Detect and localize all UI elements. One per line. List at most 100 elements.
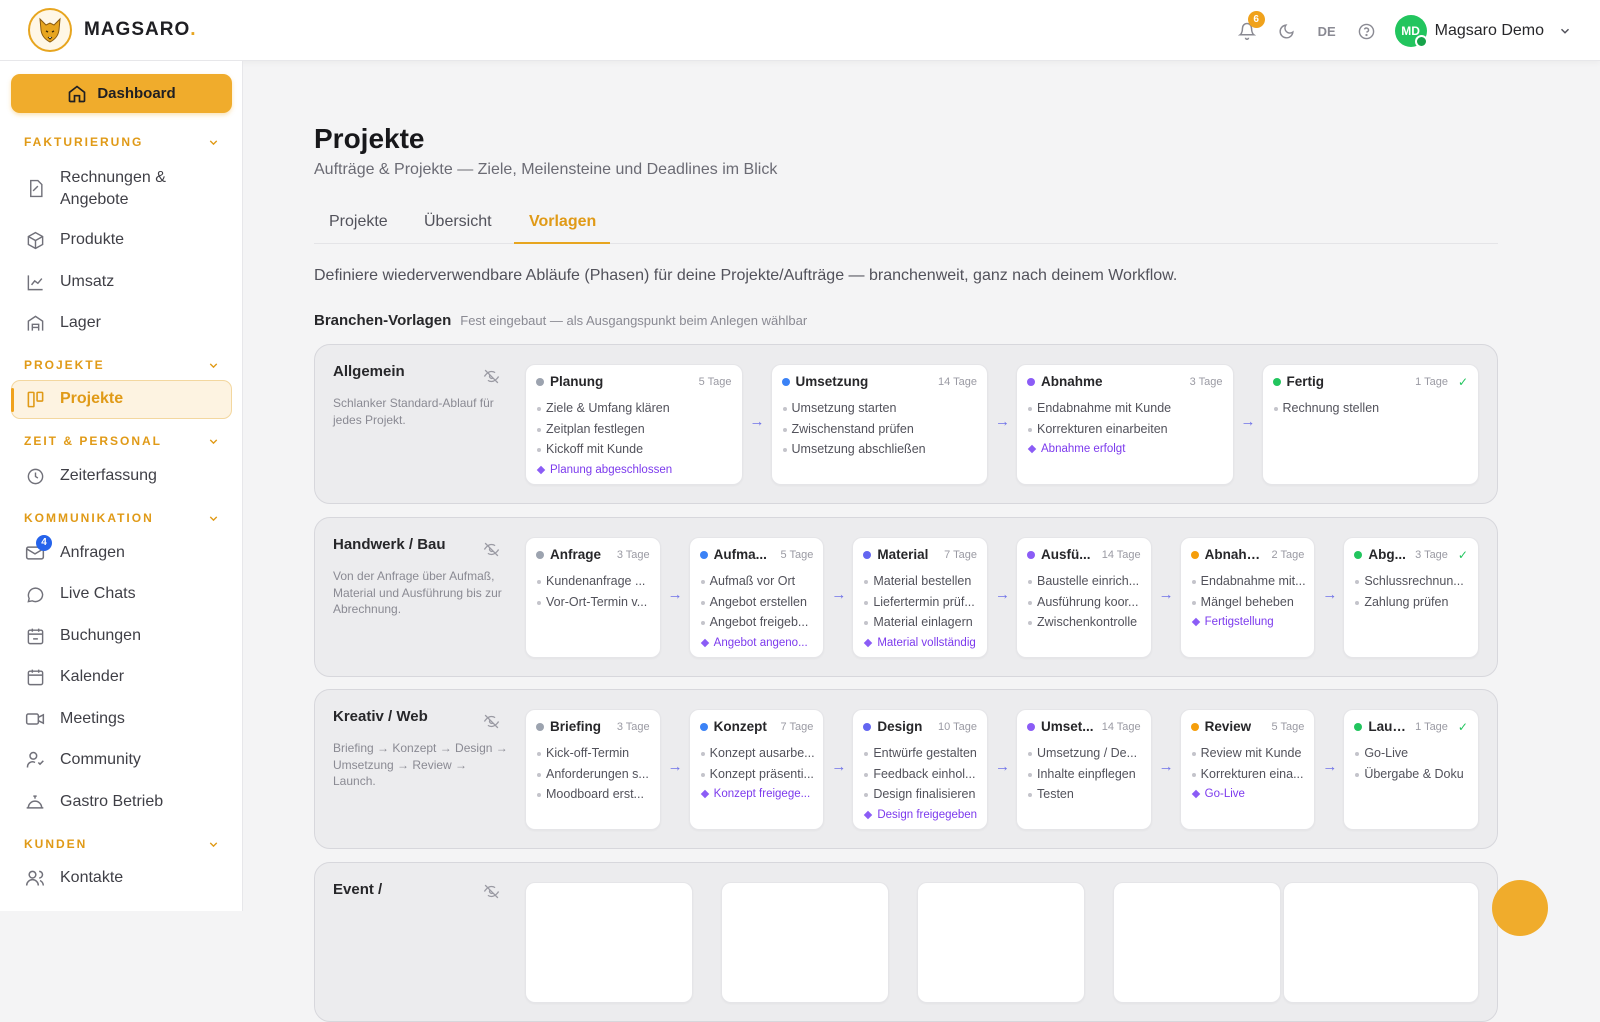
sidebar-item-kontakte[interactable]: Kontakte (24, 867, 123, 889)
phase-header: Ausfü... 14 Tage (1027, 547, 1141, 562)
phase-status-dot (863, 550, 872, 559)
milestone: Fertigstellung (1191, 612, 1307, 632)
sidebar-item-gastro-betrieb[interactable]: Gastro Betrieb (24, 791, 163, 813)
phase-card[interactable] (525, 882, 693, 1003)
page-title: Projekte (314, 123, 425, 154)
phase-card[interactable]: Konzept 7 Tage Konzept ausarbe... Konzept p… (688, 709, 825, 830)
sidebar-item-community[interactable]: Community (24, 749, 141, 771)
sidebar-item-anfragen[interactable]: 4 Anfragen (24, 535, 125, 564)
template-card[interactable]: Handwerk / Bau Von der Anfrage über Aufma… (314, 517, 1498, 677)
sidebar-item-kalender[interactable]: Kalender (24, 666, 124, 688)
phase-card[interactable]: Design 10 Tage Entwürfe gestalten Feedback … (852, 709, 988, 830)
phase-card[interactable] (721, 882, 889, 1003)
template-description: Von der Anfrage über Aufmaß, Material un… (333, 569, 502, 616)
contacts-icon (24, 867, 46, 889)
tab-projekte[interactable]: Projekte (329, 213, 388, 231)
phase-card[interactable]: Abg... 3 Tage ✓ Schlussrechnun... Zahlung pr… (1343, 537, 1479, 658)
sidebar-item-umsatz[interactable]: Umsatz (24, 271, 114, 293)
sidebar-item-meetings[interactable]: Meetings (24, 708, 125, 730)
branchen-header: Branchen-Vorlagen Fest eingebaut — als A… (314, 312, 807, 329)
cloche-icon (24, 791, 46, 813)
brand-name: MAGSARO. (84, 19, 197, 40)
arrow-right-icon: → (995, 586, 1010, 603)
task-item: Ausführung koor... (1027, 592, 1143, 613)
chevron-down-icon (209, 362, 218, 368)
task-item: Moodboard erst... (536, 784, 652, 805)
eye-off-icon[interactable] (483, 713, 500, 735)
phase-name: Abg... (1368, 547, 1406, 562)
phase-duration: 3 Tage (616, 720, 650, 733)
task-list: Ziele & Umfang klären Zeitplan festlegen K… (536, 398, 734, 480)
phase-duration: 14 Tage (1101, 720, 1141, 733)
eye-off-icon[interactable] (483, 541, 500, 563)
section-kommunikation[interactable]: KOMMUNIKATION (24, 511, 220, 525)
sidebar-item-label: Live Chats (60, 585, 136, 602)
sidebar-item-live-chats[interactable]: Live Chats (24, 583, 136, 605)
arrow-right-icon: → (995, 758, 1010, 775)
phase-status-dot (536, 377, 544, 386)
language-switch[interactable]: DE (1307, 13, 1347, 49)
task-item: Umsetzung starten (782, 398, 980, 419)
brand-logo[interactable]: MAGSARO. (28, 8, 197, 52)
tab-bar: Projekte Übersicht Vorlagen (314, 204, 1498, 244)
section-projekte[interactable]: PROJEKTE (24, 358, 220, 372)
template-card[interactable]: Event / (314, 862, 1498, 1022)
page-subtitle: Aufträge & Projekte — Ziele, Meilenstein… (314, 161, 778, 178)
user-menu[interactable]: MD Magsaro Demo (1394, 15, 1572, 48)
dark-mode-toggle[interactable] (1267, 13, 1307, 49)
phase-name: Abnahme (1041, 374, 1103, 389)
task-list: Endabnahme mit... Mängel beheben Fertigste… (1191, 571, 1307, 632)
phase-duration: 5 Tage (698, 375, 732, 388)
sidebar-item-buchungen[interactable]: Buchungen (24, 625, 141, 647)
phase-duration: 2 Tage (1271, 548, 1305, 561)
task-item: Kick-off-Termin (536, 743, 652, 764)
sidebar-item-projekte[interactable]: Projekte (24, 388, 123, 410)
notifications-button[interactable]: 6 (1227, 11, 1267, 49)
phase-card[interactable]: Material 7 Tage Material bestellen Lieferte… (852, 537, 988, 658)
phase-name: Umset... (1041, 719, 1094, 734)
dashboard-button[interactable]: Dashboard (11, 74, 232, 113)
phase-status-dot (1027, 377, 1035, 386)
phase-card[interactable]: Laun... 1 Tage ✓ Go-Live Übergabe & Doku (1343, 709, 1479, 830)
section-kunden[interactable]: KUNDEN (24, 837, 220, 851)
phase-card[interactable]: Aufma... 5 Tage Aufmaß vor Ort Angebot erst… (688, 537, 825, 658)
kanban-icon (24, 388, 46, 410)
phase-card[interactable]: Fertig 1 Tage ✓ Rechnung stellen (1261, 364, 1479, 485)
task-item: Angebot freigeb... (700, 612, 816, 633)
phase-card[interactable]: Planung 5 Tage Ziele & Umfang klären Zeitpl… (525, 364, 743, 485)
phase-card[interactable] (917, 882, 1085, 1003)
floating-action-button[interactable] (1492, 880, 1548, 936)
home-icon (68, 84, 86, 102)
task-list: Endabnahme mit Kunde Korrekturen einarbei… (1027, 398, 1225, 459)
eye-off-icon[interactable] (483, 368, 500, 390)
phase-card[interactable]: Briefing 3 Tage Kick-off-Termin Anforderung… (525, 709, 661, 830)
tab-vorlagen[interactable]: Vorlagen (529, 213, 596, 231)
phase-card[interactable]: Anfrage 3 Tage Kundenanfrage ... Vor-Ort-Te… (525, 537, 661, 658)
milestone: Material vollständig (863, 633, 979, 653)
phase-card[interactable] (1283, 882, 1479, 1003)
phase-card[interactable]: Review 5 Tage Review mit Kunde Korrekturen … (1179, 709, 1316, 830)
sidebar-item-produkte[interactable]: Produkte (24, 229, 124, 251)
active-tab-indicator (514, 242, 610, 244)
eye-off-icon[interactable] (483, 883, 500, 905)
task-item: Kundenanfrage ... (536, 571, 652, 592)
sidebar-item-rechnungen[interactable]: Rechnungen & Angebote (24, 167, 166, 211)
moon-icon (1279, 23, 1294, 38)
phase-card[interactable]: Umsetzung 14 Tage Umsetzung starten Zwische… (770, 364, 988, 485)
help-button[interactable] (1347, 13, 1387, 49)
tab-uebersicht[interactable]: Übersicht (424, 213, 492, 231)
template-card[interactable]: Kreativ / Web Briefing → Konzept → Design… (314, 689, 1498, 849)
phase-card[interactable] (1113, 882, 1281, 1003)
phase-card[interactable]: Abnahme 2 Tage Endabnahme mit... Mängel beh… (1179, 537, 1316, 658)
phase-card[interactable]: Abnahme 3 Tage Endabnahme mit Kunde Korrekt… (1016, 364, 1234, 485)
task-item: Endabnahme mit Kunde (1027, 398, 1225, 419)
phase-card[interactable]: Ausfü... 14 Tage Baustelle einrich... Ausfü… (1016, 537, 1152, 658)
sidebar-item-zeiterfassung[interactable]: Zeiterfassung (24, 465, 157, 487)
sidebar-item-lager[interactable]: Lager (24, 312, 101, 334)
chevron-down-icon (209, 438, 218, 444)
template-card[interactable]: Allgemein Schlanker Standard-Ablauf für j… (314, 344, 1498, 504)
chart-line-icon (24, 271, 46, 293)
phase-card[interactable]: Umset... 14 Tage Umsetzung / De... Inhalte … (1016, 709, 1152, 830)
section-zeit-personal[interactable]: ZEIT & PERSONAL (24, 434, 220, 448)
section-fakturierung[interactable]: FAKTURIERUNG (24, 135, 220, 149)
